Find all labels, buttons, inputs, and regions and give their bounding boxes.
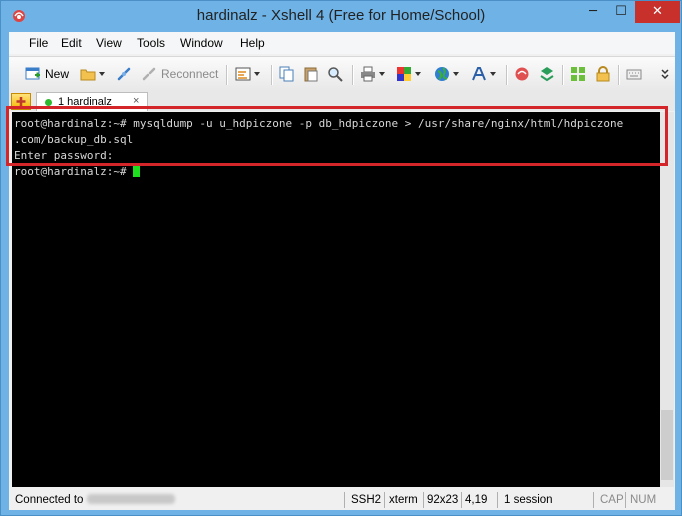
menu-view[interactable]: View: [96, 36, 122, 50]
highlight-annotation-box: [6, 106, 668, 166]
status-separator: [384, 492, 385, 508]
copy-icon: [279, 66, 294, 82]
terminal-cursor: [133, 165, 141, 177]
terminal-prompt: root@hardinalz:~#: [14, 165, 134, 178]
search-icon: [328, 67, 343, 82]
globe-icon: [435, 67, 449, 81]
chevron-down-icon: [254, 72, 260, 76]
new-session-label: New: [45, 67, 70, 81]
terminal-scrollbar[interactable]: [660, 112, 674, 487]
menu-tools[interactable]: Tools: [137, 36, 165, 50]
status-separator: [593, 492, 594, 508]
keyboard-button[interactable]: [626, 65, 642, 83]
connection-status: Connected to: [15, 494, 176, 506]
scrollbar-thumb[interactable]: [661, 410, 673, 480]
status-separator: [497, 492, 498, 508]
layout-button[interactable]: [570, 65, 586, 83]
folder-icon: [80, 69, 96, 81]
title-bar[interactable]: hardinalz - Xshell 4 (Free for Home/Scho…: [1, 1, 681, 31]
toolbar-separator: [618, 65, 620, 85]
menu-window[interactable]: Window: [180, 36, 223, 50]
toolbar-separator: [352, 65, 354, 85]
paste-icon: [304, 67, 318, 82]
find-button[interactable]: [327, 65, 343, 83]
reconnect-button[interactable]: Reconnect: [141, 65, 218, 83]
close-button[interactable]: ✕: [635, 1, 680, 23]
copy-button[interactable]: [279, 65, 295, 83]
font-button[interactable]: [471, 65, 496, 83]
globe-button[interactable]: [434, 65, 459, 83]
color-scheme-icon: [397, 67, 411, 81]
num-lock-status: NUM: [630, 494, 657, 506]
grid-layout-icon: [571, 67, 585, 81]
status-separator: [625, 492, 626, 508]
toolbar-separator: [271, 65, 273, 85]
xftp-icon: [515, 67, 529, 81]
keyboard-icon: [626, 69, 642, 80]
terminal-type-status: xterm: [389, 494, 418, 506]
chevron-down-icon: [379, 72, 385, 76]
lock-icon: [596, 66, 610, 82]
terminal-output[interactable]: root@hardinalz:~# mysqldump -u u_hdpiczo…: [12, 112, 660, 487]
xshell-window: hardinalz - Xshell 4 (Free for Home/Scho…: [0, 0, 682, 516]
session-count-status: 1 session: [504, 494, 553, 506]
caps-lock-status: CAP: [600, 494, 624, 506]
reconnect-label: Reconnect: [161, 67, 219, 81]
status-separator: [344, 492, 345, 508]
new-session-button[interactable]: New: [25, 65, 69, 83]
disconnect-button[interactable]: [116, 65, 132, 83]
transfer-button[interactable]: [539, 65, 555, 83]
menu-file[interactable]: File: [29, 36, 48, 50]
lock-button[interactable]: [595, 65, 611, 83]
status-separator: [423, 492, 424, 508]
client-area: File Edit View Tools Window Help New Rec…: [6, 32, 675, 510]
minimize-button[interactable]: ─: [579, 1, 607, 23]
maximize-button[interactable]: ☐: [607, 1, 635, 23]
chevron-down-icon: [453, 72, 459, 76]
terminal-prompt-line: root@hardinalz:~#: [14, 165, 141, 179]
chevron-double-down-icon: [661, 69, 669, 80]
toolbar-separator: [226, 65, 228, 85]
menu-bar: File Edit View Tools Window Help: [9, 32, 675, 54]
redacted-host: [87, 494, 176, 504]
cursor-position-status: 4,19: [465, 494, 488, 506]
chevron-down-icon: [490, 72, 496, 76]
chevron-down-icon: [99, 72, 105, 76]
properties-button[interactable]: [235, 65, 260, 83]
font-icon: [472, 67, 486, 81]
protocol-status: SSH2: [351, 494, 382, 506]
menu-help[interactable]: Help: [240, 36, 265, 50]
transfer-icon: [540, 67, 554, 82]
print-button[interactable]: [360, 65, 385, 83]
status-bar: Connected to SSH2 xterm 92x23 4,19 1 ses…: [9, 490, 675, 510]
color-scheme-button[interactable]: [396, 65, 421, 83]
chevron-down-icon: [415, 72, 421, 76]
menu-edit[interactable]: Edit: [61, 36, 82, 50]
toolbar: New Reconnect: [9, 56, 675, 92]
properties-icon: [235, 67, 251, 81]
toolbar-overflow-button[interactable]: [660, 65, 670, 83]
printer-icon: [361, 66, 375, 82]
terminal-size-status: 92x23: [427, 494, 459, 506]
connected-label: Connected to: [15, 494, 84, 506]
toolbar-separator: [506, 65, 508, 85]
new-session-icon: [25, 67, 40, 80]
paste-button[interactable]: [303, 65, 319, 83]
connected-status-icon: [45, 99, 52, 106]
open-folder-button[interactable]: [80, 65, 105, 83]
status-separator: [461, 492, 462, 508]
reconnect-icon: [142, 67, 156, 81]
toolbar-separator: [562, 65, 564, 85]
link-icon: [117, 67, 131, 81]
xftp-button[interactable]: [514, 65, 530, 83]
